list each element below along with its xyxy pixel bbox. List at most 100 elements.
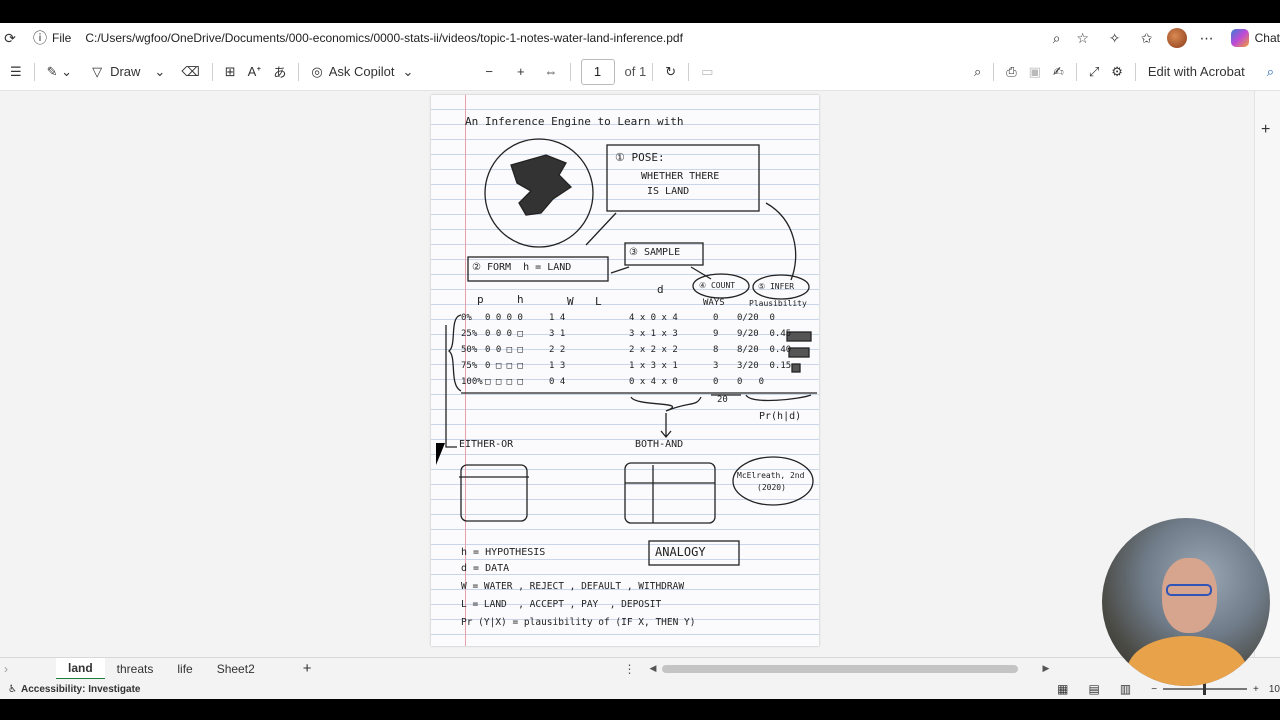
copilot-small-icon: ◎ — [311, 63, 323, 79]
divider — [298, 62, 300, 81]
print-icon[interactable]: ⎙ — [1000, 58, 1022, 86]
read-aloud-icon[interactable]: Aᐩ — [242, 58, 268, 86]
definition-l: L = LAND , ACCEPT , PAY , DEPOSIT — [461, 599, 662, 610]
pdf-toolbar: ☰ ✎ ⌄ ▽ Draw ⌄ ⌫ ⊞ Aᐩ あ ◎ Ask Copilot ⌄ … — [0, 53, 1280, 91]
horizontal-scrollbar[interactable] — [662, 664, 1019, 673]
divider — [993, 62, 995, 81]
zoom-out-icon[interactable]: − — [479, 58, 499, 86]
either-or-label: EITHER-OR — [459, 439, 514, 450]
down-brace — [630, 396, 702, 412]
settings-gear-icon[interactable]: ⚙ — [1105, 58, 1129, 86]
contents-icon[interactable]: ☰ — [4, 58, 28, 86]
search-icon[interactable]: ⌕ — [968, 58, 987, 86]
draw-icon: ▽ — [92, 63, 103, 79]
zoom-icon[interactable]: ⌕ — [1047, 28, 1067, 48]
globe-land — [510, 154, 573, 216]
col-l: L — [595, 295, 602, 308]
ask-copilot-button[interactable]: ◎ Ask Copilot ⌄ — [305, 58, 419, 86]
infer-label: ⑤ INFER — [758, 282, 795, 291]
sheet-tab-land[interactable]: land — [56, 657, 105, 680]
accessibility-icon: ♿ — [8, 683, 17, 695]
pose-line-3: IS LAND — [647, 186, 690, 197]
prhd-label: Pr(h|d) — [759, 411, 802, 422]
divider — [1134, 62, 1136, 81]
more-icon[interactable]: ⋯ — [1197, 28, 1217, 48]
add-icon[interactable]: + — [1261, 121, 1270, 139]
definition-d: d = DATA — [461, 563, 510, 574]
page-view-icon[interactable]: ▭ — [695, 58, 719, 86]
chevron-down-icon: ⌄ — [154, 63, 166, 79]
zoom-in-small-icon[interactable]: + — [1253, 684, 1259, 695]
definition-pr: Pr (Y|X) = plausibility of (IF X, THEN Y… — [461, 617, 696, 628]
pose-line-2: WHETHER THERE — [641, 171, 720, 182]
col-plausibility: Plausibility — [749, 299, 807, 308]
top-black-band — [0, 0, 1280, 23]
favorite-star-icon[interactable]: ☆ — [1073, 28, 1093, 48]
page-layout-icon[interactable]: ▤ — [1089, 682, 1100, 696]
more-sheets-icon[interactable]: ⋮ — [624, 662, 636, 676]
sheet-tab-sheet2[interactable]: Sheet2 — [205, 658, 267, 680]
page-number-input[interactable]: 1 — [580, 58, 615, 85]
either-arrow — [445, 325, 457, 448]
presenter-shirt — [1127, 636, 1247, 686]
table-row: 75% 0 □ □ □ 1 31 x 3 x 1 3 3/20 0.15 — [461, 361, 792, 371]
chat-label[interactable]: Chat — [1255, 31, 1280, 45]
copilot-icon[interactable] — [1230, 29, 1249, 47]
page-total: of 1 — [624, 64, 647, 79]
either-or-table — [460, 464, 528, 522]
arrow-pose-form — [585, 212, 617, 246]
pose-line-1: ① POSE: — [615, 151, 665, 164]
save-as-icon[interactable]: ✍ — [1047, 58, 1070, 86]
pdf-page: An Inference Engine to Learn with ① POSE… — [431, 95, 819, 646]
rotate-icon[interactable]: ↻ — [659, 58, 682, 86]
address-bar: ⟳ ⓘ File C:/Users/wgfoo/OneDrive/Documen… — [0, 23, 1280, 53]
scroll-right-arrow[interactable]: ▶ — [1042, 663, 1049, 674]
add-sheet-button[interactable]: + — [291, 658, 324, 680]
sheet-tab-life[interactable]: life — [165, 658, 204, 680]
presenter-glasses — [1166, 584, 1212, 596]
zoom-slider[interactable] — [1163, 683, 1248, 695]
address-path[interactable]: C:/Users/wgfoo/OneDrive/Documents/000-ec… — [85, 31, 683, 45]
plausibility-brace — [745, 394, 812, 402]
mouse-cursor — [436, 443, 454, 465]
analogy-label: ANALOGY — [655, 545, 706, 559]
plaus-bar-50 — [788, 347, 810, 358]
sidebar-search-icon[interactable]: ⌕ — [1261, 58, 1280, 86]
arrow-cycle — [765, 202, 797, 281]
divider — [652, 62, 654, 81]
draw-label: Draw — [110, 64, 141, 79]
zoom-level[interactable]: 10 — [1269, 684, 1280, 695]
sheet-tab-threats[interactable]: threats — [105, 658, 166, 680]
divider — [1075, 62, 1077, 81]
scroll-left-arrow[interactable]: ◀ — [650, 663, 657, 674]
pdf-viewer[interactable]: An Inference Engine to Learn with ① POSE… — [0, 91, 1254, 657]
draw-button[interactable]: ▽ Draw ⌄ — [86, 58, 171, 86]
text-box-icon[interactable]: ⊞ — [219, 58, 242, 86]
address-file-label: File — [52, 31, 72, 45]
zoom-in-icon[interactable]: + — [511, 58, 531, 86]
col-d: d — [657, 283, 664, 296]
scroll-left-icon[interactable]: › — [4, 662, 8, 676]
expand-icon[interactable]: ⤢ — [1083, 58, 1105, 86]
info-icon[interactable]: ⓘ — [30, 28, 50, 48]
col-w: W — [567, 295, 574, 308]
profile-avatar[interactable] — [1166, 28, 1187, 48]
notes-title: An Inference Engine to Learn with — [465, 115, 684, 128]
accessibility-status[interactable]: Accessibility: Investigate — [21, 684, 141, 695]
col-ways: WAYS — [703, 298, 725, 308]
save-icon[interactable]: ▣ — [1023, 58, 1047, 86]
table-row: 100% □ □ □ □ 0 40 x 4 x 000 0 — [461, 377, 765, 387]
table-row: 0% 0 0 0 01 44 x 0 x 4 0 0/20 0 — [461, 313, 775, 323]
normal-view-icon[interactable]: ▦ — [1057, 682, 1068, 696]
favorites-icon[interactable]: ✩ — [1137, 28, 1157, 48]
left-brace — [447, 314, 462, 392]
extensions-icon[interactable]: ✧ — [1105, 28, 1125, 48]
translate-icon[interactable]: あ — [267, 58, 292, 86]
arrow-form-sample — [610, 266, 630, 274]
fit-page-icon[interactable]: ⇔ — [539, 58, 564, 86]
refresh-icon[interactable]: ⟳ — [0, 28, 20, 48]
highlight-icon[interactable]: ✎ ⌄ — [41, 58, 78, 86]
count-label: ④ COUNT — [699, 281, 736, 290]
edit-with-acrobat-button[interactable]: Edit with Acrobat — [1142, 58, 1251, 86]
eraser-icon[interactable]: ⌫ — [175, 58, 205, 86]
